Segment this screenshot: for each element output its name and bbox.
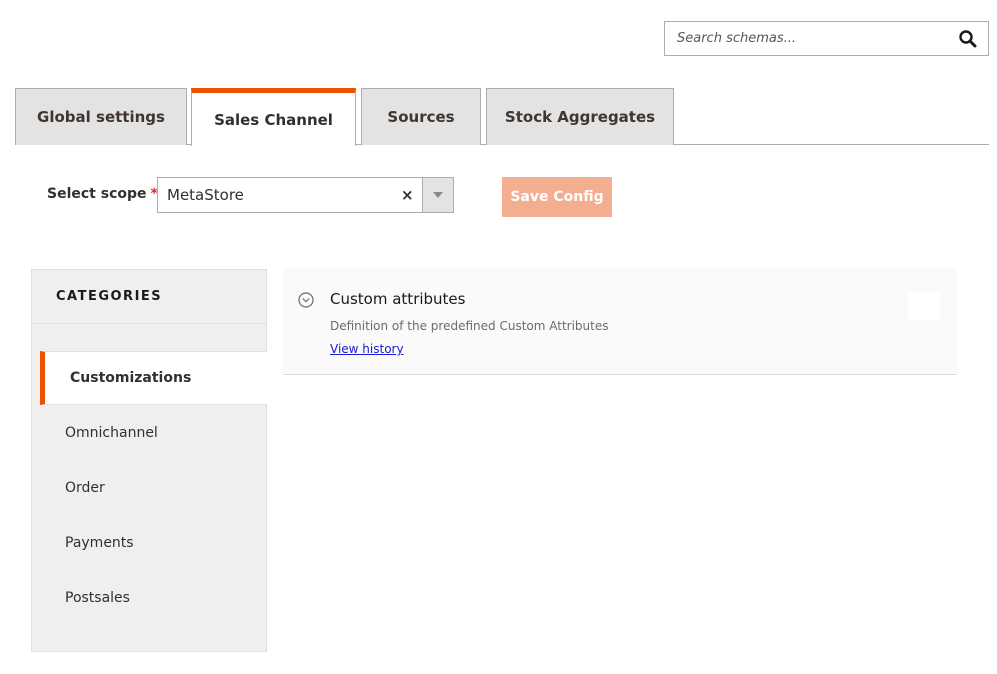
search-box	[664, 21, 989, 56]
clear-icon[interactable]: ×	[401, 186, 414, 204]
tab-bar: Global settings Sales Channel Sources St…	[15, 88, 989, 146]
sidebar-item-omnichannel[interactable]: Omnichannel	[32, 406, 267, 460]
sidebar-item-label: Payments	[65, 535, 134, 551]
search-input[interactable]	[665, 22, 945, 55]
sidebar-item-customizations[interactable]: Customizations	[40, 351, 267, 405]
tab-global-settings[interactable]: Global settings	[15, 88, 187, 145]
section-action-placeholder	[908, 292, 940, 320]
sidebar-item-label: Order	[65, 480, 105, 496]
view-history-link[interactable]: View history	[330, 342, 404, 356]
scope-label: Select scope *	[47, 186, 158, 202]
sidebar-item-postsales[interactable]: Postsales	[32, 571, 267, 625]
tab-sales-channel[interactable]: Sales Channel	[191, 88, 356, 146]
categories-heading: CATEGORIES	[32, 270, 266, 324]
custom-attributes-section: Custom attributes Definition of the pred…	[283, 268, 957, 375]
save-config-button[interactable]: Save Config	[502, 177, 612, 217]
search-icon[interactable]	[958, 29, 978, 49]
scope-select[interactable]: MetaStore ×	[157, 177, 454, 213]
tab-label: Global settings	[37, 108, 165, 126]
scope-value: MetaStore	[167, 186, 244, 204]
section-description: Definition of the predefined Custom Attr…	[330, 319, 609, 333]
sidebar-item-label: Customizations	[70, 370, 192, 386]
tab-stock-aggregates[interactable]: Stock Aggregates	[486, 88, 674, 145]
sidebar-item-label: Postsales	[65, 590, 130, 606]
tab-label: Stock Aggregates	[504, 108, 656, 126]
tab-label: Sales Channel	[214, 110, 333, 129]
tab-label: Sources	[387, 108, 455, 126]
sidebar-item-order[interactable]: Order	[32, 461, 267, 515]
chevron-down-icon[interactable]	[422, 178, 453, 212]
sidebar-item-payments[interactable]: Payments	[32, 516, 267, 570]
tab-sources[interactable]: Sources	[361, 88, 481, 145]
expand-circle-chevron-icon[interactable]	[298, 292, 314, 308]
section-title[interactable]: Custom attributes	[330, 290, 465, 308]
categories-sidebar: CATEGORIES Customizations Omnichannel Or…	[31, 269, 267, 652]
scope-label-text: Select scope	[47, 186, 147, 202]
sidebar-item-label: Omnichannel	[65, 425, 158, 441]
